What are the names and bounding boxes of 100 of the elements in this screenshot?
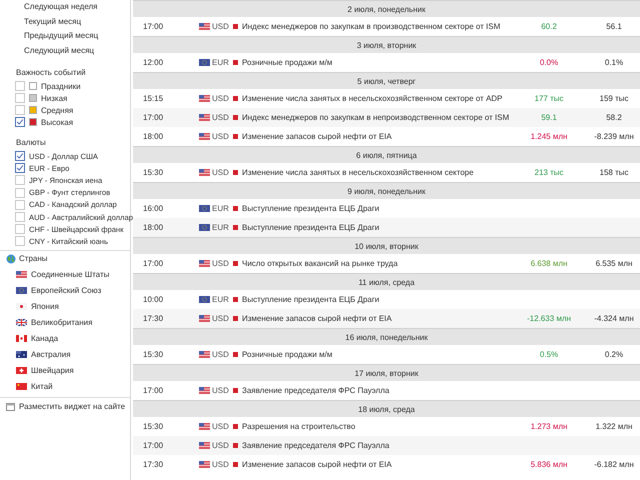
- event-title: Индекс менеджеров по закупкам в производственном секторе от ISM: [242, 20, 502, 32]
- event-title: Розничные продажи м/м: [242, 56, 334, 68]
- actual-value: 213 тыс: [534, 168, 564, 177]
- event-time: 18:00: [142, 223, 164, 232]
- date-header: 5 июля, четверг: [133, 72, 640, 89]
- country-link[interactable]: Великобритания: [31, 318, 92, 327]
- checkbox[interactable]: [15, 163, 25, 174]
- event-title: Выступление президента ЕЦБ Драги: [242, 294, 380, 306]
- event-time: 15:30: [142, 422, 164, 431]
- checkbox[interactable]: [15, 188, 25, 198]
- checkbox[interactable]: [15, 175, 25, 186]
- actual-value: 60.2: [541, 22, 557, 31]
- checkbox[interactable]: [15, 105, 25, 115]
- event-title: Изменение числа занятых в несельскохозяйственном секторе: [242, 166, 475, 178]
- event-title: Розничные продажи м/м: [242, 348, 334, 360]
- importance-square: [233, 170, 238, 175]
- flag-icon: [199, 23, 210, 30]
- flag-icon: [199, 296, 210, 303]
- date-header: 18 июля, среда: [133, 400, 640, 417]
- country-link[interactable]: Япония: [31, 302, 59, 311]
- period-link[interactable]: Текущий месяц: [24, 14, 130, 29]
- flag-icon: [16, 367, 27, 374]
- date-header: 10 июля, вторник: [133, 237, 640, 254]
- actual-value: 177 тыс: [534, 94, 564, 103]
- event-time: 17:00: [142, 441, 164, 450]
- forecast-value: -8.239 млн: [594, 132, 634, 141]
- date-header: 2 июля, понедельник: [133, 0, 640, 17]
- currency-code: USD: [212, 168, 229, 177]
- checkbox[interactable]: [15, 117, 25, 127]
- event-time: 15:30: [142, 350, 164, 359]
- section-title: Страны: [19, 254, 48, 263]
- flag-icon: [199, 169, 210, 176]
- checkbox[interactable]: [15, 224, 25, 234]
- section-title: Важность событий: [15, 67, 87, 79]
- flag-icon: [199, 59, 210, 66]
- checkbox[interactable]: [15, 151, 25, 162]
- actual-value: 1.245 млн: [530, 132, 568, 141]
- forecast-value: 158 тыс: [600, 168, 628, 177]
- flag-icon: [199, 423, 210, 430]
- country-link[interactable]: Австралия: [31, 350, 71, 359]
- date-header: 16 июля, понедельник: [133, 328, 640, 345]
- importance-square: [233, 316, 238, 321]
- importance-square: [233, 352, 238, 357]
- event-time: 17:00: [142, 113, 164, 122]
- importance-square: [233, 388, 238, 393]
- currency-code: USD: [212, 350, 229, 359]
- event-title: Заявление председателя ФРС Пауэлла: [242, 440, 390, 452]
- importance-label: Высокая: [41, 118, 74, 126]
- importance-square: [233, 96, 238, 101]
- country-link[interactable]: Китай: [31, 382, 53, 391]
- flag-icon: [199, 351, 210, 358]
- currency-code: EUR: [212, 295, 229, 304]
- actual-value: 1.273 млн: [530, 422, 568, 431]
- forecast-value: 56.1: [606, 22, 622, 31]
- event-time: 10:00: [142, 295, 164, 304]
- event-title: Заявление председателя ФРС Пауэлла: [242, 384, 390, 396]
- period-link[interactable]: Следующая неделя: [24, 0, 130, 14]
- currency-code: USD: [212, 314, 229, 323]
- forecast-value: -6.182 млн: [594, 460, 634, 469]
- country-link[interactable]: Соединенные Штаты: [31, 270, 110, 279]
- country-link[interactable]: Швейцария: [31, 366, 74, 375]
- date-header: 9 июля, понедельник: [133, 182, 640, 199]
- widget-link[interactable]: Разместить виджет на сайте: [19, 402, 126, 411]
- checkbox[interactable]: [15, 81, 25, 91]
- flag-icon: [199, 205, 210, 212]
- flag-icon: [16, 287, 27, 294]
- checkbox[interactable]: [15, 200, 25, 210]
- currency-code: USD: [212, 441, 229, 450]
- event-title: Изменение запасов сырой нефти от EIA: [242, 130, 393, 142]
- checkbox[interactable]: [15, 236, 25, 246]
- importance-label: Низкая: [41, 94, 68, 102]
- actual-value: 6.638 млн: [530, 259, 568, 268]
- importance-square: [233, 115, 238, 120]
- flag-icon: [199, 387, 210, 394]
- event-time: 15:15: [142, 94, 164, 103]
- date-header: 11 июля, среда: [133, 273, 640, 290]
- event-title: Изменение числа занятых в несельскохозяйственном секторе от ADP: [242, 92, 504, 104]
- currency-code: EUR: [212, 58, 229, 67]
- period-link[interactable]: Предыдущий месяц: [24, 29, 130, 44]
- flag-icon: [16, 351, 27, 358]
- importance-square: [233, 261, 238, 266]
- event-title: Выступление президента ЕЦБ Драги: [242, 202, 380, 214]
- currency-code: USD: [212, 460, 229, 469]
- country-link[interactable]: Канада: [31, 334, 58, 343]
- forecast-value: 58.2: [606, 113, 622, 122]
- currency-code: EUR: [212, 204, 229, 213]
- flag-icon: [199, 114, 210, 121]
- flag-icon: [199, 461, 210, 468]
- country-link[interactable]: Европейский Союз: [31, 286, 102, 295]
- section-title: Валюты: [15, 137, 47, 149]
- checkbox[interactable]: [15, 93, 25, 103]
- checkbox[interactable]: [15, 212, 25, 222]
- forecast-value: -4.324 млн: [594, 314, 634, 323]
- event-time: 17:30: [142, 460, 164, 469]
- flag-icon: [199, 260, 210, 267]
- importance-square: [233, 443, 238, 448]
- importance-square: [233, 206, 238, 211]
- flag-icon: [16, 271, 27, 278]
- period-link[interactable]: Следующий месяц: [24, 44, 130, 58]
- event-title: Изменение запасов сырой нефти от EIA: [242, 458, 393, 470]
